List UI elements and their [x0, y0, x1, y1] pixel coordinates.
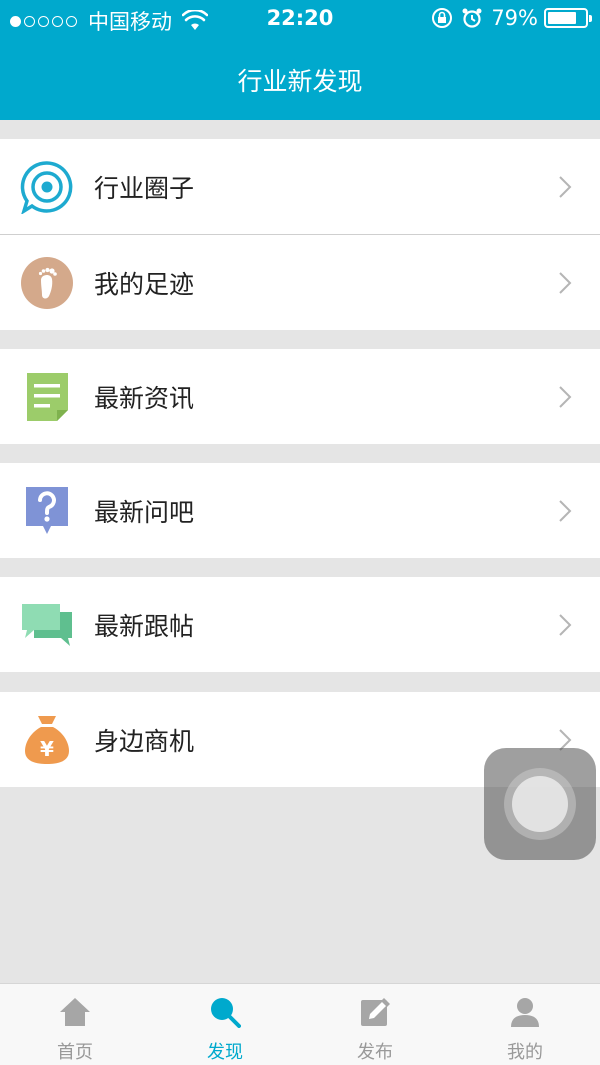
- page-title: 行业新发现: [237, 67, 363, 96]
- document-icon: [27, 373, 68, 421]
- chevron-right-icon: [559, 272, 572, 294]
- edit-icon: [361, 998, 390, 1026]
- tab-mine[interactable]: 我的: [450, 984, 600, 1065]
- tab-publish[interactable]: 发布: [300, 984, 450, 1065]
- money-bag-icon: ¥: [25, 716, 69, 764]
- menu-item-latest-replies[interactable]: 最新跟帖: [0, 577, 600, 672]
- tab-home[interactable]: 首页: [0, 984, 150, 1065]
- footprint-icon: [21, 257, 73, 309]
- tab-label: 首页: [57, 1042, 93, 1063]
- app-header: 中国移动 22:20 79% 行业新发现: [0, 0, 600, 120]
- status-right: 79%: [431, 6, 592, 30]
- tab-discover[interactable]: 发现: [150, 984, 300, 1065]
- tab-label: 发现: [207, 1042, 243, 1063]
- chevron-right-icon: [559, 386, 572, 408]
- home-icon: [60, 998, 90, 1026]
- menu-item-label: 我的足迹: [94, 270, 195, 299]
- rotation-lock-icon: [432, 8, 453, 28]
- tab-bar: 首页 发现 发布 我的: [0, 983, 600, 1065]
- chevron-right-icon: [559, 614, 572, 636]
- menu-item-label: 最新跟帖: [94, 612, 195, 641]
- chevron-right-icon: [559, 500, 572, 522]
- alarm-icon: [462, 8, 482, 28]
- assistive-touch-button[interactable]: [484, 748, 596, 860]
- tab-label: 发布: [357, 1042, 393, 1063]
- menu-item-label: 最新资讯: [94, 384, 195, 413]
- menu-item-my-footprint[interactable]: 我的足迹: [0, 235, 600, 330]
- menu-item-industry-circle[interactable]: 行业圈子: [0, 139, 600, 234]
- status-bar: 中国移动 22:20 79%: [0, 0, 600, 40]
- search-icon: [211, 998, 241, 1028]
- menu-item-label: 身边商机: [94, 727, 195, 756]
- svg-text:¥: ¥: [40, 737, 54, 761]
- battery-fill: [548, 12, 577, 24]
- chat-bubbles-icon: [22, 604, 72, 646]
- menu-item-latest-news[interactable]: 最新资讯: [0, 349, 600, 444]
- battery-tip: [589, 15, 592, 22]
- chevron-right-icon: [559, 176, 572, 198]
- menu-item-latest-qa[interactable]: 最新问吧: [0, 463, 600, 558]
- tab-label: 我的: [507, 1042, 543, 1063]
- menu-item-label: 行业圈子: [94, 174, 195, 203]
- assistive-touch-core: [512, 776, 568, 832]
- menu-item-label: 最新问吧: [94, 498, 195, 527]
- target-chat-icon: [20, 161, 73, 214]
- battery-percent: 79%: [491, 6, 538, 30]
- question-icon: [26, 487, 68, 534]
- battery-icon: [544, 8, 592, 28]
- user-icon: [511, 998, 539, 1027]
